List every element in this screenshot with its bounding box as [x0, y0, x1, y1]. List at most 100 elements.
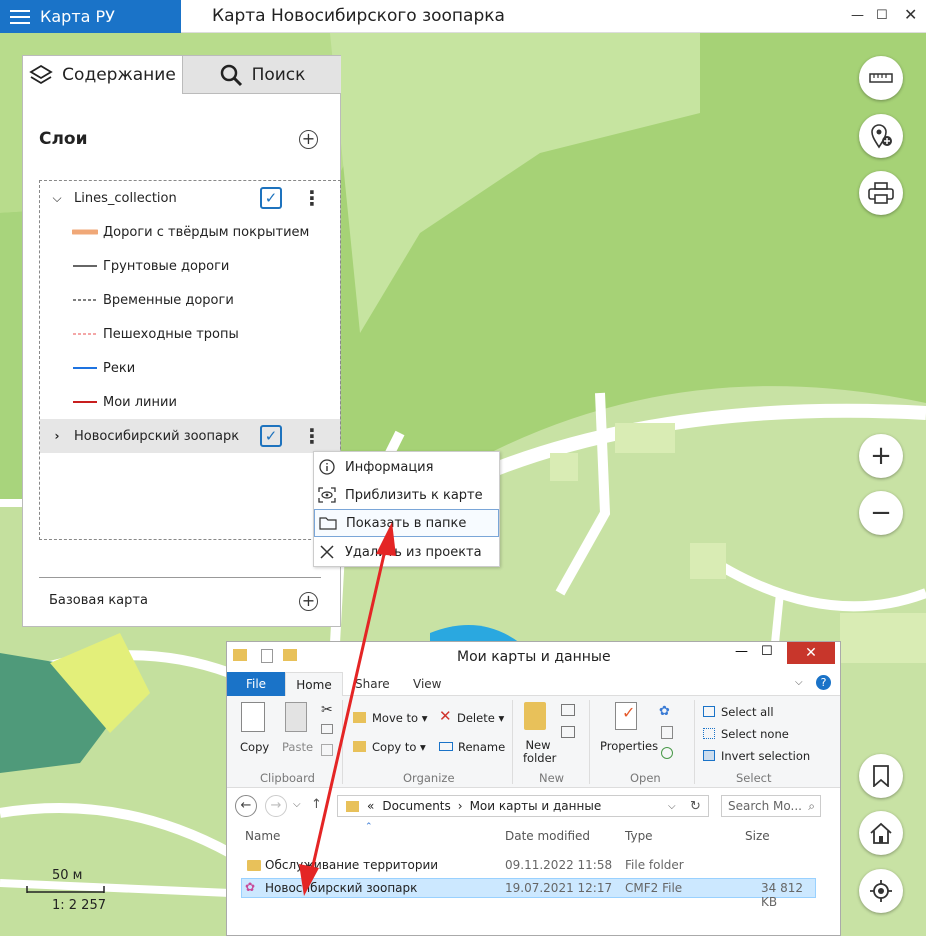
- breadcrumb-separator-icon: ›: [457, 799, 463, 813]
- back-button[interactable]: ←: [235, 795, 257, 817]
- layer-row[interactable]: ⌵ Lines_collection ✓ ⋮: [40, 181, 340, 215]
- column-type[interactable]: Type: [625, 829, 653, 843]
- layer-name: Новосибирский зоопарк: [74, 428, 240, 444]
- file-type: File folder: [625, 858, 684, 872]
- properties-button[interactable]: Properties: [600, 739, 658, 753]
- column-name[interactable]: Name: [245, 829, 280, 843]
- add-point-button[interactable]: [859, 114, 903, 158]
- delete-icon: ✕: [439, 707, 452, 725]
- zoom-in-button[interactable]: +: [859, 434, 903, 478]
- tab-view[interactable]: View: [413, 677, 441, 691]
- info-icon: [318, 458, 336, 476]
- tab-file[interactable]: File: [227, 672, 285, 696]
- rename-icon: [439, 742, 453, 751]
- legend-line-icon: [73, 265, 97, 267]
- zoom-out-button[interactable]: −: [859, 491, 903, 535]
- maximize-icon[interactable]: ☐: [876, 8, 888, 23]
- legend-line-icon: [73, 333, 97, 335]
- scale-bar: 50 м 1: 2 257: [26, 868, 106, 913]
- legend-line-icon: [73, 367, 97, 369]
- window-close-icon[interactable]: ✕: [904, 5, 917, 24]
- ruler-button[interactable]: [859, 56, 903, 100]
- app-menu-button[interactable]: Карта РУ: [0, 0, 181, 33]
- easy-access-icon[interactable]: [561, 726, 575, 738]
- group-open: Open: [630, 771, 661, 785]
- group-new: New: [539, 771, 565, 785]
- group-select: Select: [736, 771, 772, 785]
- edit-icon[interactable]: [661, 726, 673, 739]
- legend-item: Пешеходные тропы: [72, 317, 239, 351]
- layer-visibility-checkbox[interactable]: ✓: [260, 425, 282, 447]
- invert-selection-icon: [703, 750, 715, 761]
- group-separator: [512, 700, 513, 784]
- title-bar: Карта РУ Карта Новосибирского зоопарка —…: [0, 0, 926, 33]
- select-all-button[interactable]: Select all: [721, 705, 774, 719]
- chevron-right-icon[interactable]: ›: [50, 429, 64, 443]
- locate-button[interactable]: [859, 869, 903, 913]
- layer-visibility-checkbox[interactable]: ✓: [260, 187, 282, 209]
- more-options-icon[interactable]: ⋮: [302, 426, 322, 446]
- window-title: Карта Новосибирского зоопарка: [212, 6, 505, 26]
- printer-icon: [868, 182, 894, 204]
- copy-button[interactable]: Copy: [240, 740, 269, 754]
- plus-icon: +: [870, 441, 892, 471]
- layers-list: ⌵ Lines_collection ✓ ⋮ Дороги с твёрдым …: [39, 180, 341, 540]
- minus-icon: −: [870, 498, 892, 528]
- forward-button[interactable]: →: [265, 795, 287, 817]
- new-item-icon[interactable]: [561, 704, 575, 716]
- home-icon: [870, 822, 892, 844]
- search-icon: ⌕: [808, 798, 815, 813]
- add-layer-button[interactable]: +: [299, 130, 318, 149]
- invert-selection-button[interactable]: Invert selection: [721, 749, 810, 763]
- bookmark-button[interactable]: [859, 754, 903, 798]
- explorer-title: Мои карты и данные: [457, 649, 611, 665]
- ruler-icon: [869, 73, 893, 83]
- cmf2-file-icon: ✿: [245, 880, 256, 894]
- chevron-down-icon[interactable]: ⌵: [50, 191, 64, 206]
- group-separator: [589, 700, 590, 784]
- print-button[interactable]: [859, 171, 903, 215]
- tab-search[interactable]: Поиск: [182, 56, 341, 94]
- more-options-icon[interactable]: ⋮: [302, 188, 322, 208]
- copy-icon: [241, 702, 265, 732]
- breadcrumb-current[interactable]: Мои карты и данные: [470, 799, 602, 813]
- history-icon[interactable]: [661, 747, 673, 759]
- tab-search-label: Поиск: [251, 64, 306, 85]
- refresh-icon[interactable]: ↻: [690, 799, 701, 814]
- rename-button[interactable]: Rename: [458, 740, 505, 754]
- select-all-icon: [703, 706, 715, 717]
- search-input[interactable]: Search Mo... ⌕: [721, 795, 821, 817]
- menu-item-info[interactable]: Информация: [314, 453, 499, 481]
- group-organize: Organize: [403, 771, 455, 785]
- tab-content[interactable]: Содержание: [23, 56, 182, 94]
- menu-item-zoom-to[interactable]: Приблизить к карте: [314, 481, 499, 509]
- basemap-label: Базовая карта: [49, 593, 148, 608]
- select-none-icon: [703, 728, 715, 739]
- column-size[interactable]: Size: [745, 829, 770, 843]
- divider: [39, 577, 321, 578]
- chevron-down-icon[interactable]: ⌵: [668, 801, 676, 812]
- chevron-down-icon[interactable]: ⌵: [795, 677, 803, 688]
- hamburger-icon: [10, 9, 30, 24]
- column-date[interactable]: Date modified: [505, 829, 590, 843]
- scale-distance: 50 м: [52, 868, 83, 883]
- legend-label: Дороги с твёрдым покрытием: [103, 224, 310, 240]
- select-none-button[interactable]: Select none: [721, 727, 789, 741]
- open-icon[interactable]: ✿: [659, 704, 670, 719]
- new-folder-button[interactable]: New folder: [523, 739, 556, 765]
- legend-item: Реки: [72, 351, 135, 385]
- menu-item-label: Информация: [345, 459, 434, 475]
- layers-title: Слои: [39, 129, 88, 149]
- group-separator: [694, 700, 695, 784]
- minimize-icon[interactable]: —: [735, 644, 748, 659]
- delete-button[interactable]: Delete ▾: [457, 711, 504, 725]
- folder-icon: [233, 649, 247, 661]
- maximize-icon[interactable]: ☐: [761, 644, 773, 659]
- file-date: 09.11.2022 11:58: [505, 858, 613, 872]
- explorer-close-button[interactable]: ✕: [787, 642, 835, 664]
- minimize-icon[interactable]: —: [851, 8, 864, 23]
- help-icon[interactable]: ?: [816, 675, 831, 690]
- layer-row[interactable]: › Новосибирский зоопарк ✓ ⋮: [40, 419, 340, 453]
- properties-icon[interactable]: [261, 649, 273, 663]
- home-button[interactable]: [859, 811, 903, 855]
